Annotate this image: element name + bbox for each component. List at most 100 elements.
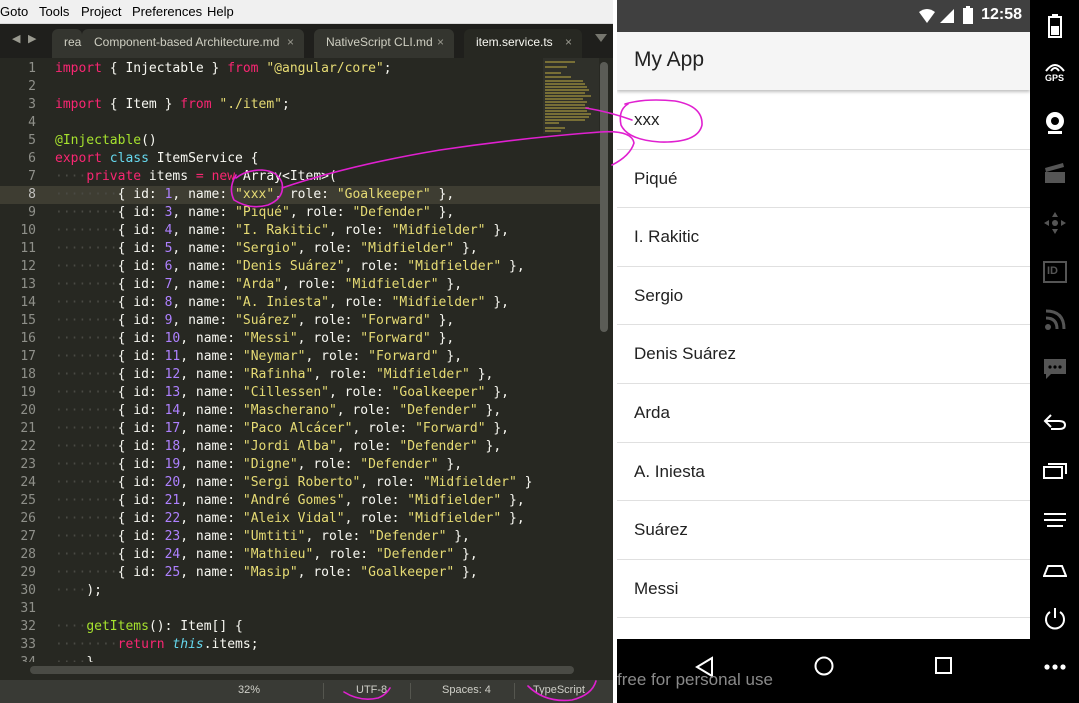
code-text: ····getItems(): Item[] {	[55, 619, 243, 634]
syntax-indicator[interactable]: TypeScript	[533, 684, 585, 696]
player-list[interactable]: xxx Piqué I. Rakitic Sergio Denis Suárez Arda…	[617, 91, 1030, 639]
app-title: My App	[634, 48, 705, 71]
dpad-icon[interactable]	[1030, 203, 1079, 243]
menu-goto[interactable]: Goto	[0, 4, 28, 19]
menu-icon[interactable]	[1030, 500, 1079, 540]
action-bar: My App	[617, 32, 1030, 90]
code-line[interactable]: 27 ········{ id: 23, name: "Umtiti", role…	[0, 528, 600, 546]
clapper-icon[interactable]	[1030, 153, 1079, 193]
code-line[interactable]: 22 ········{ id: 18, name: "Jordi Alba", …	[0, 438, 600, 456]
minimap[interactable]	[543, 58, 599, 134]
code-line[interactable]: 25 ········{ id: 21, name: "André Gomes",…	[0, 492, 600, 510]
id-icon[interactable]: ID	[1030, 252, 1079, 292]
menu-tools[interactable]: Tools	[39, 4, 69, 19]
list-item[interactable]: xxx	[617, 91, 1030, 150]
more-icon[interactable]	[1030, 647, 1079, 687]
line-number: 6	[28, 151, 36, 166]
code-line[interactable]: 12 ········{ id: 6, name: "Denis Suárez",…	[0, 258, 600, 276]
list-item-label: A. Iniesta	[634, 461, 705, 481]
code-line[interactable]: 16 ········{ id: 10, name: "Messi", role:…	[0, 330, 600, 348]
code-line[interactable]: 30 ····);	[0, 582, 600, 600]
code-line[interactable]: 29 ········{ id: 25, name: "Masip", role:…	[0, 564, 600, 582]
home-icon[interactable]	[1030, 550, 1079, 590]
code-line[interactable]: 14 ········{ id: 8, name: "A. Iniesta", r…	[0, 294, 600, 312]
code-line[interactable]: 20 ········{ id: 14, name: "Mascherano", …	[0, 402, 600, 420]
tab-dropdown-icon[interactable]	[595, 34, 607, 42]
sms-icon[interactable]	[1030, 349, 1079, 389]
recents-icon[interactable]	[934, 656, 954, 676]
list-item[interactable]: I. Rakitic	[617, 208, 1030, 267]
code-line[interactable]: 19 ········{ id: 13, name: "Cillessen", r…	[0, 384, 600, 402]
line-number: 17	[20, 349, 36, 364]
code-text: ········{ id: 1, name: "xxx", role: "Goa…	[55, 187, 455, 202]
tab-component-architecture[interactable]: Component-based Architecture.md ×	[82, 29, 304, 58]
code-line[interactable]: 32 ····getItems(): Item[] {	[0, 618, 600, 636]
home-icon[interactable]	[813, 655, 835, 677]
power-icon[interactable]	[1030, 599, 1079, 639]
menu-project[interactable]: Project	[81, 4, 121, 19]
tab-readme[interactable]: rea	[52, 29, 82, 58]
list-item-label: xxx	[634, 110, 660, 129]
line-number: 18	[20, 367, 36, 382]
list-item[interactable]: Piqué	[617, 150, 1030, 209]
list-item[interactable]: A. Iniesta	[617, 443, 1030, 502]
code-line[interactable]: 18 ········{ id: 12, name: "Rafinha", rol…	[0, 366, 600, 384]
code-text: ····);	[55, 583, 102, 598]
code-text: ····}	[55, 654, 94, 662]
rss-icon[interactable]	[1030, 300, 1079, 340]
tab-next-icon[interactable]: ▶	[28, 32, 36, 45]
code-line[interactable]: 10 ········{ id: 4, name: "I. Rakitic", r…	[0, 222, 600, 240]
code-line[interactable]: 6 export class ItemService {	[0, 150, 600, 168]
tab-item-service[interactable]: item.service.ts ×	[464, 29, 582, 58]
encoding-indicator[interactable]: UTF-8	[356, 684, 387, 696]
code-line[interactable]: 24 ········{ id: 20, name: "Sergi Roberto…	[0, 474, 600, 492]
code-line[interactable]: 8 ········{ id: 1, name: "xxx", role: "Go…	[0, 186, 600, 204]
code-line[interactable]: 5 @Injectable()	[0, 132, 600, 150]
menu-help[interactable]: Help	[207, 4, 234, 19]
android-status-bar: 12:58	[617, 0, 1030, 32]
android-emulator-screen: 12:58 My App xxx Piqué I. Rakitic Sergio Den…	[617, 0, 1030, 703]
horizontal-scrollbar[interactable]	[30, 666, 574, 674]
close-icon[interactable]: ×	[287, 29, 294, 56]
list-item[interactable]: Arda	[617, 384, 1030, 443]
line-number: 10	[20, 223, 36, 238]
list-item-label: Piqué	[634, 168, 678, 188]
code-line[interactable]: 3 import { Item } from "./item";	[0, 96, 600, 114]
camera-icon[interactable]	[1030, 103, 1079, 143]
code-line[interactable]: 33 ········return this.items;	[0, 636, 600, 654]
code-line[interactable]: 17 ········{ id: 11, name: "Neymar", role…	[0, 348, 600, 366]
code-text: export class ItemService {	[55, 151, 259, 166]
code-line[interactable]: 7 ····private items = new Array<Item>(	[0, 168, 600, 186]
code-text: ········{ id: 22, name: "Aleix Vidal", r…	[55, 511, 525, 526]
list-item[interactable]: Sergio	[617, 267, 1030, 326]
code-area[interactable]: 1 import { Injectable } from "@angular/co…	[0, 58, 613, 662]
tab-prev-icon[interactable]: ◀	[12, 32, 20, 45]
code-line[interactable]: 23 ········{ id: 19, name: "Digne", role:…	[0, 456, 600, 474]
code-line[interactable]: 4	[0, 114, 600, 132]
code-line[interactable]: 26 ········{ id: 22, name: "Aleix Vidal",…	[0, 510, 600, 528]
code-line[interactable]: 15 ········{ id: 9, name: "Suárez", role:…	[0, 312, 600, 330]
code-line[interactable]: 28 ········{ id: 24, name: "Mathieu", rol…	[0, 546, 600, 564]
code-line[interactable]: 21 ········{ id: 17, name: "Paco Alcácer"…	[0, 420, 600, 438]
code-line[interactable]: 34 ····}	[0, 654, 600, 662]
tab-nativescript-cli[interactable]: NativeScript CLI.md ×	[314, 29, 454, 58]
list-item[interactable]: Messi	[617, 560, 1030, 619]
menu-preferences[interactable]: Preferences	[132, 4, 202, 19]
indentation-indicator[interactable]: Spaces: 4	[442, 684, 491, 696]
code-line[interactable]: 2	[0, 78, 600, 96]
close-icon[interactable]: ×	[565, 29, 572, 56]
recents-icon[interactable]	[1030, 451, 1079, 491]
code-line[interactable]: 13 ········{ id: 7, name: "Arda", role: "…	[0, 276, 600, 294]
code-line[interactable]: 31	[0, 600, 600, 618]
code-line[interactable]: 11 ········{ id: 5, name: "Sergio", role:…	[0, 240, 600, 258]
back-icon[interactable]	[1030, 402, 1079, 442]
close-icon[interactable]: ×	[437, 29, 444, 56]
battery-icon[interactable]	[1030, 6, 1079, 46]
code-line[interactable]: 9 ········{ id: 3, name: "Piqué", role: "…	[0, 204, 600, 222]
code-line[interactable]: 1 import { Injectable } from "@angular/co…	[0, 60, 600, 78]
line-number: 27	[20, 529, 36, 544]
list-item[interactable]: Denis Suárez	[617, 325, 1030, 384]
vertical-scrollbar[interactable]	[600, 62, 608, 332]
gps-icon[interactable]: GPS	[1030, 52, 1079, 92]
list-item[interactable]: Suárez	[617, 501, 1030, 560]
